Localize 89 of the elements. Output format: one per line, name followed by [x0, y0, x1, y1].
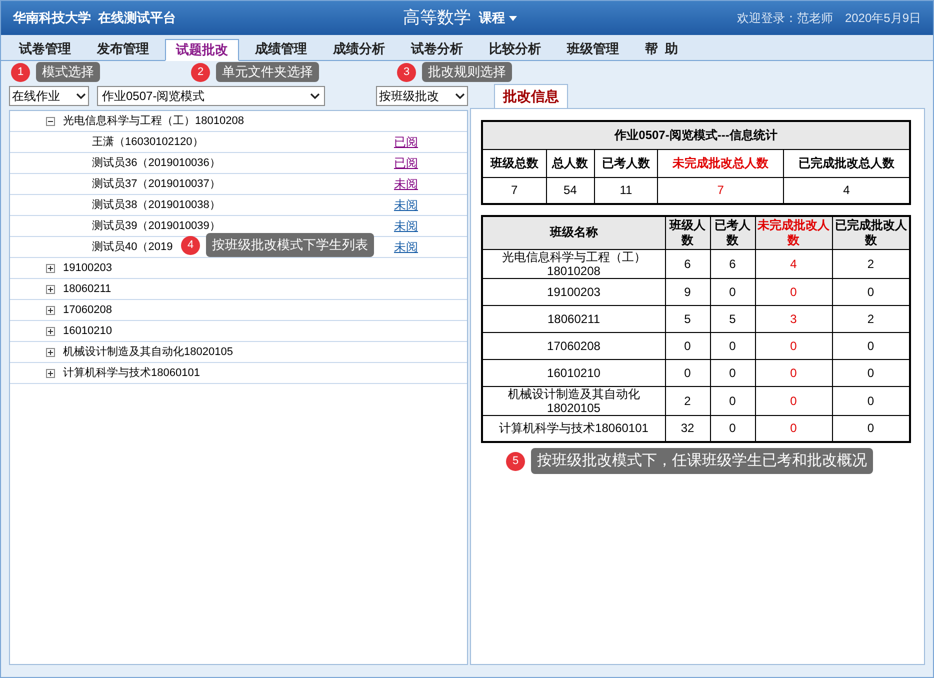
nav-tab[interactable]: 帮 助	[635, 38, 688, 60]
step-badge: 1	[11, 62, 30, 82]
nav-tab[interactable]: 试题批改	[165, 39, 239, 61]
course-menu[interactable]: 课程	[479, 8, 517, 28]
expand-icon[interactable]	[46, 348, 55, 356]
date-text: 2020年5月9日	[844, 10, 921, 27]
table-cell: 0	[710, 386, 755, 415]
site-title: 华南科技大学 在线测试平台	[13, 9, 178, 28]
table-cell: 0	[710, 359, 755, 386]
table-cell: 6	[665, 249, 710, 278]
expand-icon[interactable]	[46, 264, 55, 272]
table-cell: 5	[665, 305, 710, 332]
rule-dropdown[interactable]: 按班级批改	[376, 86, 468, 106]
course-title: 高等数学	[403, 7, 471, 30]
callout-tooltip: 模式选择	[36, 62, 100, 82]
caret-icon	[509, 16, 517, 20]
table-cell: 0	[710, 278, 755, 305]
table-cell: 0	[665, 332, 710, 359]
status-link[interactable]: 已阅	[394, 133, 418, 151]
status-link[interactable]: 未阅	[394, 217, 418, 235]
student-name: 测试员39（2019010039）	[92, 218, 220, 234]
table-cell: 0	[665, 359, 710, 386]
table-cell: 0	[755, 386, 832, 415]
table-cell: 5	[710, 305, 755, 332]
status-link[interactable]: 未阅	[394, 238, 418, 256]
expand-icon[interactable]	[46, 368, 55, 378]
student-name: 王潇（16030102120）	[92, 134, 204, 150]
mode-dropdown[interactable]: 在线作业	[9, 86, 89, 106]
status-link[interactable]: 已阅	[394, 154, 418, 172]
table-cell: 6	[710, 249, 755, 278]
expand-icon[interactable]	[46, 326, 55, 336]
table-cell: 19100203	[482, 278, 665, 305]
column-header: 班级总数	[482, 149, 546, 177]
column-header: 总人数	[546, 149, 594, 177]
student-name: 测试员37（2019010037）	[92, 176, 220, 192]
table-cell: 4	[755, 249, 832, 278]
caret-icon	[310, 92, 320, 100]
table-cell: 17060208	[482, 332, 665, 359]
tree-item[interactable]: 计算机科学与技术18060101	[63, 364, 200, 382]
collapse-icon[interactable]	[46, 116, 55, 126]
table-cell: 机械设计制造及其自动化18020105	[482, 386, 665, 415]
callout-tooltip: 按班级批改模式下学生列表	[206, 233, 374, 257]
tree-item[interactable]: 18060211	[63, 280, 112, 298]
callout-tooltip: 单元文件夹选择	[216, 62, 319, 82]
nav-tab[interactable]: 发布管理	[87, 38, 159, 60]
tree-item[interactable]: 16010210	[63, 322, 112, 340]
callout-tooltip: 批改规则选择	[422, 62, 512, 82]
table-cell: 0	[755, 359, 832, 386]
column-header: 未完成批改人数	[755, 216, 832, 249]
table-cell: 3	[755, 305, 832, 332]
column-header: 已考人数	[710, 216, 755, 249]
table-cell: 光电信息科学与工程（工）18010208	[482, 249, 665, 278]
table-cell: 0	[755, 278, 832, 305]
callout-tooltip: 按班级批改模式下，任课班级学生已考和批改概况	[531, 448, 873, 474]
tree-item[interactable]: 光电信息科学与工程（工）18010208	[63, 112, 244, 130]
welcome-text: 欢迎登录：范老师	[736, 10, 833, 27]
column-header: 已考人数	[594, 149, 658, 177]
tree-item[interactable]: 19100203	[63, 260, 112, 276]
nav-tab[interactable]: 成绩分析	[323, 38, 395, 60]
column-header: 已完成批改人数	[832, 216, 910, 249]
student-name: 测试员36（2019010036）	[92, 156, 220, 171]
column-header: 班级人数	[665, 216, 710, 249]
table-cell: 0	[755, 332, 832, 359]
student-name: 测试员38（2019010038）	[92, 198, 220, 213]
nav-tab[interactable]: 比较分析	[479, 38, 551, 60]
column-header: 班级名称	[482, 216, 665, 249]
nav-tab[interactable]: 成绩管理	[245, 38, 317, 60]
table-cell: 0	[710, 332, 755, 359]
status-link[interactable]: 未阅	[394, 175, 418, 193]
table-cell: 9	[665, 278, 710, 305]
column-header: 未完成批改总人数	[658, 149, 784, 177]
nav-tab[interactable]: 试卷分析	[401, 38, 473, 60]
caret-icon	[76, 92, 86, 100]
student-name: 测试员40（2019	[92, 240, 173, 255]
expand-icon[interactable]	[46, 284, 55, 294]
tree-item[interactable]: 17060208	[63, 302, 112, 318]
tree-item[interactable]: 机械设计制造及其自动化18020105	[63, 344, 233, 360]
panel-tab[interactable]: 批改信息	[494, 84, 568, 108]
caret-icon	[455, 92, 465, 100]
step-badge: 2	[191, 62, 210, 82]
table-cell: 2	[665, 386, 710, 415]
status-link[interactable]: 未阅	[394, 196, 418, 214]
step-badge: 3	[397, 62, 416, 82]
table-cell: 18060211	[482, 305, 665, 332]
folder-dropdown[interactable]: 作业0507-阅览模式	[97, 86, 325, 106]
nav-tab[interactable]: 班级管理	[557, 38, 629, 60]
nav-tab[interactable]: 试卷管理	[9, 38, 81, 60]
table-cell: 16010210	[482, 359, 665, 386]
expand-icon[interactable]	[46, 306, 55, 314]
